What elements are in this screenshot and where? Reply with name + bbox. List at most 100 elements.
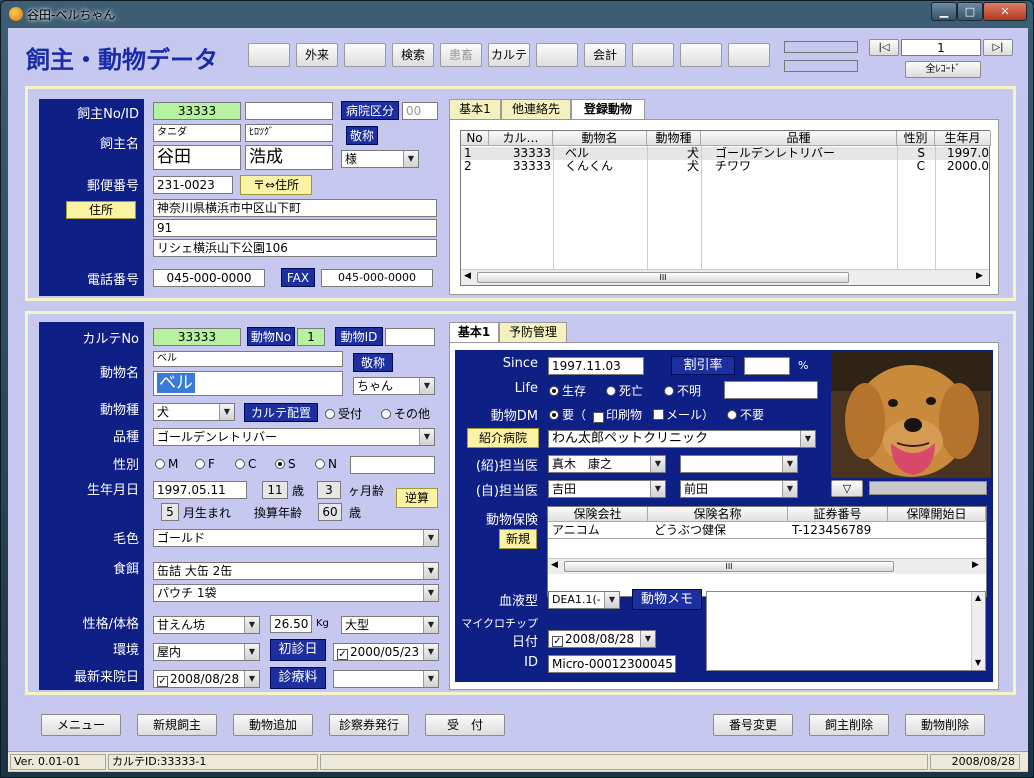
tab-registered-animals[interactable]: 登録動物 xyxy=(571,99,645,119)
issue-card-button[interactable]: 診察券発行 xyxy=(329,714,409,736)
owner-id-field[interactable]: 33333 xyxy=(153,102,241,120)
own-doctor2-select[interactable]: 前田 ▼ xyxy=(680,480,798,498)
dm-need-radio[interactable]: 要（ xyxy=(549,406,586,423)
scroll-thumb[interactable]: III xyxy=(564,561,894,572)
animal-honorific-button[interactable]: 敬称 xyxy=(353,353,393,372)
environment-select[interactable]: 屋内 ▼ xyxy=(153,643,260,661)
col-header-breed[interactable]: 品種 xyxy=(701,131,897,146)
referral-hospital-button[interactable]: 紹介病院 xyxy=(467,428,539,448)
toolbar-button-blank-6[interactable] xyxy=(728,43,770,67)
address-line2-field[interactable]: 91 xyxy=(153,219,437,237)
animals-grid-hscrollbar[interactable]: ◀ III ▶ xyxy=(461,269,989,285)
sex-extra-field[interactable] xyxy=(350,456,435,474)
maximize-button[interactable]: □ xyxy=(957,2,983,21)
animal-no-field[interactable]: 1 xyxy=(297,328,325,346)
postal-field[interactable]: 231-0023 xyxy=(153,176,233,194)
color-select[interactable]: ゴールド ▼ xyxy=(153,529,439,547)
owner-id2-field[interactable] xyxy=(245,102,333,120)
fee-select[interactable]: ▼ xyxy=(333,670,439,688)
dm-mail-checkbox[interactable]: メール） xyxy=(653,406,714,423)
insurance-grid-hscrollbar[interactable]: ◀ III ▶ xyxy=(548,558,986,574)
birth-date-field[interactable]: 1997.05.11 xyxy=(153,481,247,499)
since-field[interactable]: 1997.11.03 xyxy=(548,357,644,375)
fax-field[interactable]: 045-000-0000 xyxy=(321,269,433,287)
karte-no-field[interactable]: 33333 xyxy=(153,328,241,346)
discount-button[interactable]: 割引率 xyxy=(671,356,735,375)
first-visit-checkbox[interactable]: ✓ xyxy=(337,649,348,660)
hospital-class-button[interactable]: 病院区分 xyxy=(341,101,399,120)
insurance-grid[interactable]: 保険会社 保険名称 証券番号 保障開始日 アニコム どうぶつ健保 T-12345… xyxy=(547,506,987,597)
delete-animal-button[interactable]: 動物削除 xyxy=(905,714,985,736)
sex-radio-n[interactable]: N xyxy=(315,457,337,471)
size-select[interactable]: 大型 ▼ xyxy=(341,616,439,634)
animal-id-field[interactable] xyxy=(385,328,435,346)
add-animal-button[interactable]: 動物追加 xyxy=(233,714,313,736)
outpatient-button[interactable]: 外来 xyxy=(296,43,338,67)
breed-select[interactable]: ゴールデンレトリバー ▼ xyxy=(153,428,435,446)
owner-kana-first-field[interactable]: ﾋﾛﾂｸﾞ xyxy=(245,124,333,142)
col-header-karte[interactable]: カル… xyxy=(489,131,553,146)
dm-none-radio[interactable]: 不要 xyxy=(727,406,764,423)
species-select[interactable]: 犬 ▼ xyxy=(153,403,235,421)
sex-radio-s[interactable]: S xyxy=(275,457,296,471)
owner-honorific-button[interactable]: 敬称 xyxy=(346,126,378,145)
address-button[interactable]: 住所 xyxy=(66,201,136,219)
minimize-button[interactable]: ▁ xyxy=(931,2,957,21)
sex-radio-f[interactable]: F xyxy=(195,457,215,471)
last-visit-select[interactable]: ✓ 2008/08/28 ▼ xyxy=(153,670,260,688)
col-header-animal-name[interactable]: 動物名 xyxy=(553,131,647,146)
sex-radio-m[interactable]: M xyxy=(155,457,178,471)
animals-grid[interactable]: No カル… 動物名 動物種 品種 性別 生年月 1 33333 ベル 犬 ゴー… xyxy=(460,130,991,286)
toolbar-button-blank-3[interactable] xyxy=(536,43,578,67)
billing-button[interactable]: 会計 xyxy=(584,43,626,67)
chip-date-select[interactable]: ✓ 2008/08/28 ▼ xyxy=(548,630,656,648)
address-line1-field[interactable]: 神奈川県横浜市中区山下町 xyxy=(153,199,437,217)
new-owner-button[interactable]: 新規飼主 xyxy=(137,714,217,736)
table-row[interactable]: アニコム どうぶつ健保 T-123456789 xyxy=(548,524,986,538)
address-line3-field[interactable]: リシェ横浜山下公園106 xyxy=(153,239,437,257)
menu-button[interactable]: メニュー xyxy=(41,714,121,736)
ref-doctor-select[interactable]: 真木 康之 ▼ xyxy=(548,455,666,473)
delete-owner-button[interactable]: 飼主削除 xyxy=(809,714,889,736)
animal-memo-button[interactable]: 動物メモ xyxy=(632,589,702,610)
life-unknown-radio[interactable]: 不明 xyxy=(664,382,701,399)
tab-animal-basic1[interactable]: 基本1 xyxy=(449,322,499,342)
last-record-button[interactable]: ▷| xyxy=(983,39,1013,56)
karte-button[interactable]: カルテ xyxy=(488,43,530,67)
tab-prevention[interactable]: 予防管理 xyxy=(499,322,567,342)
scroll-down-icon[interactable]: ▼ xyxy=(975,658,981,667)
food2-select[interactable]: パウチ 1袋 ▼ xyxy=(153,584,439,602)
col-header-insurer[interactable]: 保険会社 xyxy=(548,507,648,522)
scroll-right-icon[interactable]: ▶ xyxy=(972,560,979,570)
sex-radio-c[interactable]: C xyxy=(235,457,256,471)
col-header-policy-no[interactable]: 証券番号 xyxy=(788,507,888,522)
search-button[interactable]: 検索 xyxy=(392,43,434,67)
karte-placement-button[interactable]: カルテ配置 xyxy=(244,403,318,422)
col-header-sex[interactable]: 性別 xyxy=(897,131,935,146)
scroll-up-icon[interactable]: ▲ xyxy=(975,593,981,602)
toolbar-button-blank-4[interactable] xyxy=(632,43,674,67)
hospital-class-field[interactable]: 00 xyxy=(402,102,438,120)
place-other-radio[interactable]: その他 xyxy=(381,405,430,422)
food1-select[interactable]: 缶詰 大缶 2缶 ▼ xyxy=(153,562,439,580)
tab-other-contacts[interactable]: 他連絡先 xyxy=(501,99,571,119)
patient-button[interactable]: 患畜 xyxy=(440,43,482,67)
postal-to-address-button[interactable]: 〒⇔住所 xyxy=(240,175,312,195)
animal-name-field[interactable]: ベル xyxy=(153,371,343,396)
animal-memo-textarea[interactable]: ▲ ▼ xyxy=(706,591,986,671)
first-visit-select[interactable]: ✓ 2000/05/23 ▼ xyxy=(333,643,439,661)
scroll-thumb[interactable]: III xyxy=(477,272,849,283)
discount-field[interactable] xyxy=(744,357,790,375)
temper-select[interactable]: 甘えん坊 ▼ xyxy=(153,616,260,634)
referral-hospital-select[interactable]: わん太郎ペットクリニック ▼ xyxy=(548,430,816,448)
all-records-button[interactable]: 全ﾚｺｰﾄﾞ xyxy=(905,61,981,78)
owner-last-name-field[interactable]: 谷田 xyxy=(153,145,241,170)
change-number-button[interactable]: 番号変更 xyxy=(713,714,793,736)
life-dead-radio[interactable]: 死亡 xyxy=(606,382,643,399)
place-reception-radio[interactable]: 受付 xyxy=(325,405,362,422)
chip-id-field[interactable]: Micro-00012300045 xyxy=(548,655,676,673)
table-row[interactable]: 2 33333 くんくん 犬 チワワ C 2000.0 xyxy=(461,160,989,173)
own-doctor-select[interactable]: 吉田 ▼ xyxy=(548,480,666,498)
memo-vscrollbar[interactable]: ▲ ▼ xyxy=(971,592,985,670)
weight-field[interactable]: 26.50 xyxy=(270,615,312,633)
